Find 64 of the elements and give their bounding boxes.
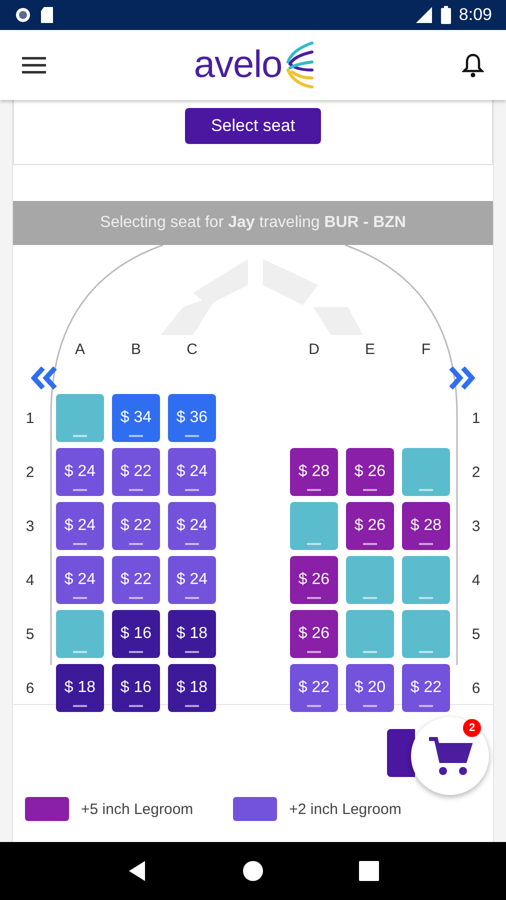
seat-button[interactable]: $ 20	[346, 664, 394, 712]
clock: 8:09	[458, 5, 492, 25]
battery-icon	[440, 6, 451, 24]
row-number: 5	[470, 626, 482, 642]
seat-button[interactable]: $ 28	[290, 448, 338, 496]
seat-button[interactable]: $ 26	[290, 610, 338, 658]
swoosh-icon	[284, 40, 314, 90]
seat-button[interactable]: $ 28	[402, 502, 450, 550]
seat-button[interactable]: $ 24	[56, 448, 104, 496]
column-letter: C	[186, 341, 198, 358]
menu-icon[interactable]	[22, 56, 46, 74]
back-icon[interactable]	[127, 860, 148, 882]
seat-button[interactable]: $ 22	[112, 556, 160, 604]
seat-button[interactable]: $ 24	[168, 448, 216, 496]
logo-wordmark: avelo	[194, 44, 282, 86]
legend-label: +5 inch Legroom	[81, 800, 194, 818]
seat-button[interactable]: $ 22	[112, 448, 160, 496]
seat-button[interactable]: $ 26	[346, 502, 394, 550]
banner-text: Selecting seat for Jay traveling BUR - BZN	[100, 214, 406, 232]
column-letter: E	[364, 341, 376, 358]
recents-icon[interactable]	[358, 861, 379, 881]
seat-button[interactable]: $ 16	[112, 610, 160, 658]
seat-button[interactable]: $ 36	[168, 394, 216, 442]
seat-button[interactable]: $ 24	[56, 502, 104, 550]
cart-button[interactable]: 2	[411, 717, 489, 795]
column-letter: D	[308, 341, 320, 358]
seat-button[interactable]: $ 34	[112, 394, 160, 442]
bell-icon[interactable]	[462, 52, 484, 78]
column-letter: A	[74, 341, 86, 358]
row-number: 2	[24, 464, 36, 480]
circle-icon	[14, 6, 32, 24]
seat-button[interactable]: $ 24	[168, 556, 216, 604]
row-number: 3	[470, 518, 482, 534]
legend-label: +2 inch Legroom	[289, 800, 402, 818]
seat-button[interactable]: $ 18	[56, 664, 104, 712]
row-number: 6	[470, 680, 482, 696]
row-number: 5	[24, 626, 36, 642]
seat-button[interactable]: $ 18	[168, 664, 216, 712]
seat-button[interactable]: $ 24	[168, 502, 216, 550]
seat-button[interactable]: $ 24	[56, 556, 104, 604]
column-letter: F	[420, 341, 432, 358]
scroll-left-icon[interactable]	[31, 366, 59, 390]
home-icon[interactable]	[242, 860, 264, 882]
sd-card-icon	[40, 6, 54, 24]
seat-button[interactable]: $ 16	[112, 664, 160, 712]
row-number: 2	[470, 464, 482, 480]
column-letter: B	[130, 341, 142, 358]
seat-button[interactable]: $ 26	[290, 556, 338, 604]
row-number: 4	[24, 572, 36, 588]
row-number: 1	[24, 410, 36, 426]
seat-button[interactable]: $ 26	[346, 448, 394, 496]
row-number: 1	[470, 410, 482, 426]
row-number: 6	[24, 680, 36, 696]
continue-button[interactable]	[387, 729, 415, 777]
seat-button[interactable]: $ 22	[290, 664, 338, 712]
row-number: 4	[470, 572, 482, 588]
seat-button[interactable]: $ 18	[168, 610, 216, 658]
scroll-right-icon[interactable]	[447, 366, 475, 390]
cart-icon	[427, 735, 473, 777]
seat-button[interactable]: $ 22	[402, 664, 450, 712]
cart-count-badge: 2	[463, 719, 481, 737]
select-seat-button[interactable]: Select seat	[184, 108, 322, 144]
seat-button[interactable]: $ 22	[112, 502, 160, 550]
row-number: 3	[24, 518, 36, 534]
